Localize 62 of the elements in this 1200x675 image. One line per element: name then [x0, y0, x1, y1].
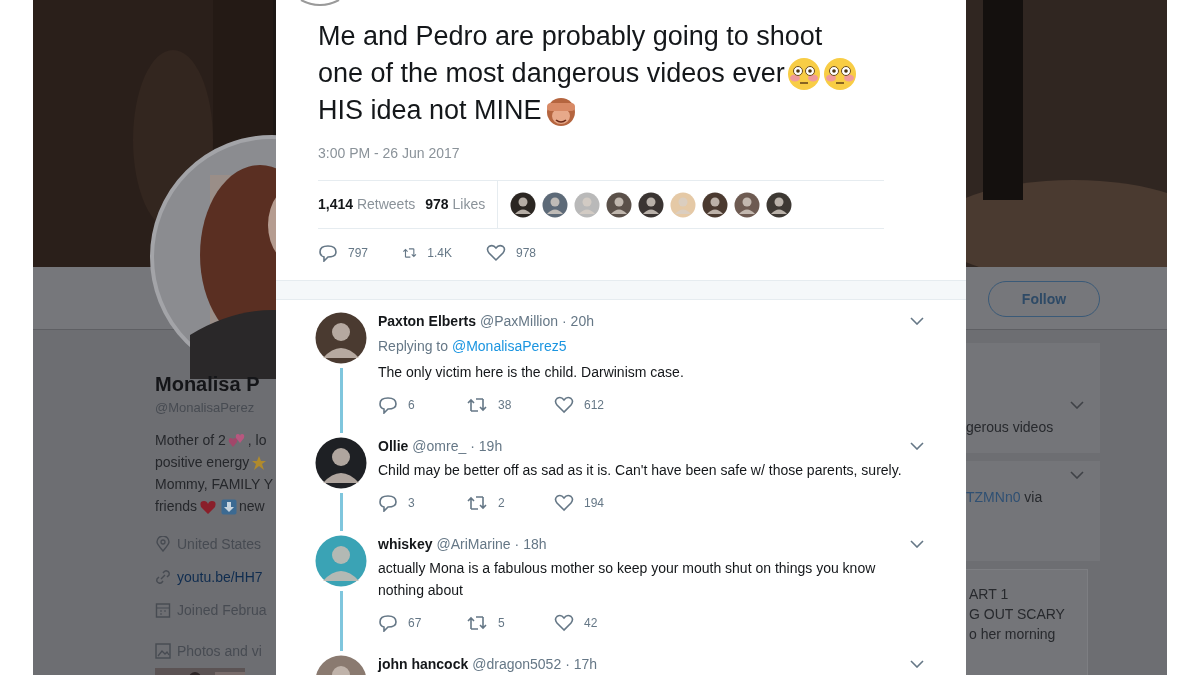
retweet-icon	[466, 495, 488, 511]
mention-link[interactable]: @MonalisaPerez5	[451, 338, 567, 354]
profile-link[interactable]: youtu.be/HH7	[177, 566, 263, 588]
photos-icon	[155, 643, 171, 659]
reply-time[interactable]: · 17h	[565, 653, 598, 675]
chevron-down-icon	[910, 317, 924, 325]
reply-text: Child may be better off as sad as it is. Can't have been safe w/ those parents, surely.	[378, 461, 903, 480]
retweet-button[interactable]: 38	[466, 396, 526, 414]
bio-text: , lo	[247, 431, 267, 450]
retweet-icon	[466, 397, 488, 413]
bio-text: new	[239, 497, 265, 516]
author-name[interactable]: john hancock	[378, 653, 469, 675]
calendar-icon	[155, 602, 171, 618]
author-name[interactable]: Paxton Elberts	[378, 310, 477, 332]
author-name[interactable]: whiskey	[378, 533, 433, 555]
side-tweet-text: gerous videos	[966, 418, 1055, 437]
heart-icon	[554, 614, 574, 632]
bio-text: Mother of 2	[155, 431, 226, 450]
side-tweet-text: o her morning	[969, 625, 1057, 644]
reply-icon	[378, 614, 398, 632]
author-name[interactable]: Ollie	[378, 435, 409, 457]
hearts-emoji-icon	[227, 432, 246, 449]
like-button[interactable]: 194	[554, 494, 614, 512]
location-pin-icon	[155, 536, 171, 552]
reply-button[interactable]: 3	[378, 494, 438, 512]
chevron-down-icon	[910, 540, 924, 548]
author-handle[interactable]: @PaxMillion	[480, 310, 559, 332]
author-handle[interactable]: @omre_	[412, 435, 467, 457]
link-icon	[155, 569, 171, 585]
retweet-button[interactable]: 5	[466, 614, 526, 632]
chevron-down-icon	[1070, 401, 1084, 409]
author-handle[interactable]: @dragon5052	[472, 653, 562, 675]
star-emoji-icon	[251, 454, 268, 471]
reply-icon	[378, 396, 398, 414]
heart-emoji-icon	[199, 498, 218, 515]
reply-text: The only victim here is the child. Darwinism case.	[378, 363, 685, 382]
reply-icon	[378, 494, 398, 512]
bio-text: Mommy, FAMILY Y	[155, 475, 273, 494]
retweet-icon	[466, 615, 488, 631]
reply-button[interactable]: 6	[378, 396, 438, 414]
chevron-down-icon	[910, 660, 924, 668]
side-tweet-text: ART 1	[969, 585, 1010, 604]
reply-time[interactable]: · 20h	[562, 310, 594, 332]
like-button[interactable]: 612	[554, 396, 614, 414]
side-tweet-text: G OUT SCARY	[969, 605, 1066, 624]
bio-text: positive energy	[155, 453, 250, 472]
reply-time[interactable]: · 19h	[470, 435, 503, 457]
reply-time[interactable]: · 18h	[514, 533, 547, 555]
down-arrow-emoji-icon	[221, 498, 238, 515]
reply-text: actually Mona is a fabulous mother so keep your mouth shut on things you know nothing about	[378, 559, 877, 600]
heart-icon	[554, 494, 574, 512]
chevron-down-icon	[1070, 471, 1084, 479]
like-button[interactable]: 42	[554, 614, 614, 632]
author-handle[interactable]: @AriMarine	[436, 533, 511, 555]
replying-to-text: Replying to @MonalisaPerez5	[378, 337, 568, 356]
retweet-button[interactable]: 2	[466, 494, 526, 512]
bio-text: friends	[155, 497, 198, 516]
side-tweet-text: TZMNn0 via	[966, 488, 1044, 507]
profile-name: Monalisa P	[155, 372, 261, 396]
heart-icon	[554, 396, 574, 414]
chevron-down-icon	[910, 442, 924, 450]
reply-button[interactable]: 67	[378, 614, 438, 632]
